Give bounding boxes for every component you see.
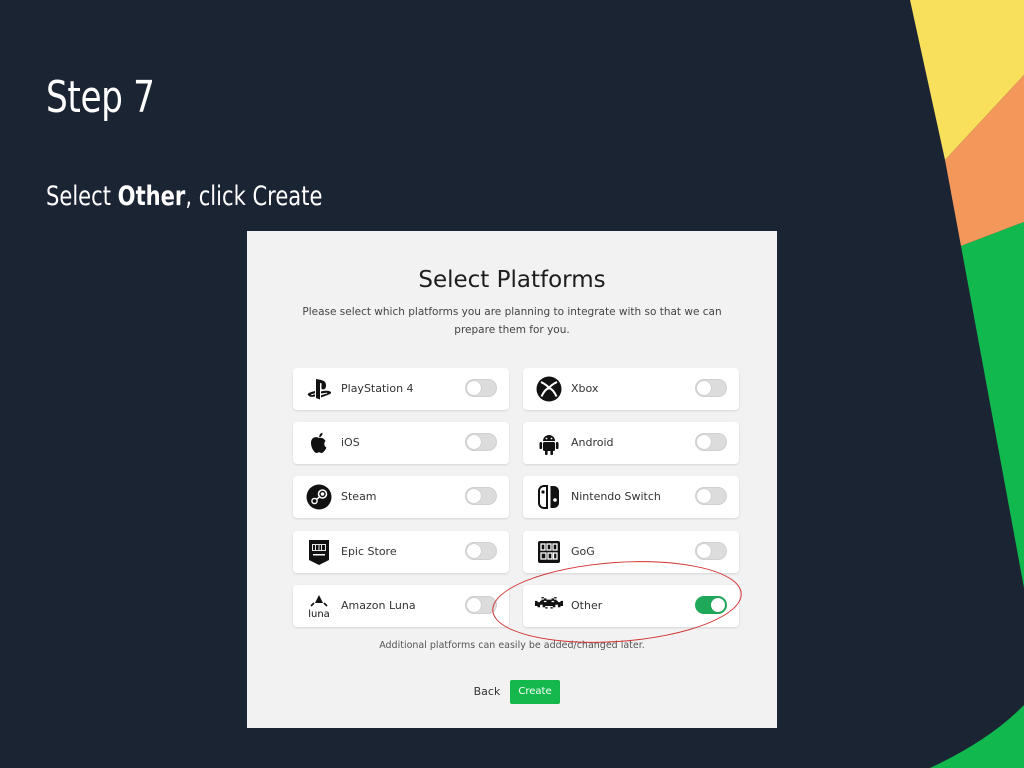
toggle-knob (467, 381, 481, 395)
toggle-knob (697, 381, 711, 395)
gog-toggle[interactable] (695, 542, 727, 560)
space-invader-icon (535, 597, 563, 609)
platform-card-ios[interactable]: iOS (293, 422, 509, 464)
platform-label: iOS (341, 436, 360, 449)
gog-icon (538, 541, 560, 563)
platform-card-other[interactable]: Other (523, 585, 739, 627)
platform-label: Xbox (571, 382, 599, 395)
nintendo-switch-icon (538, 485, 559, 509)
dialog-description: Please select which platforms you are pl… (302, 306, 722, 336)
green-corner (930, 705, 1024, 768)
platform-dialog-screenshot: Select Platforms Please select which pla… (247, 231, 777, 728)
toggle-knob (711, 598, 725, 612)
xbox-toggle[interactable] (695, 379, 727, 397)
platform-card-steam[interactable]: Steam (293, 476, 509, 518)
amazon-luna-toggle[interactable] (465, 596, 497, 614)
platform-label: Amazon Luna (341, 599, 416, 612)
steam-toggle[interactable] (465, 487, 497, 505)
playstation-icon (307, 379, 332, 400)
toggle-knob (697, 544, 711, 558)
apple-icon (311, 432, 327, 453)
instruction-bold: Other (117, 181, 186, 212)
instruction-suffix: , click Create (185, 181, 323, 212)
platform-label: Epic Store (341, 545, 397, 558)
toggle-knob (697, 435, 711, 449)
dialog-footnote: Additional platforms can easily be added… (379, 640, 645, 651)
epic-games-icon (309, 540, 329, 565)
back-button[interactable]: Back (465, 680, 509, 704)
platform-label: GoG (571, 545, 595, 558)
platform-label: Steam (341, 490, 377, 503)
platform-card-amazon-luna[interactable]: luna Amazon Luna (293, 585, 509, 627)
nintendo-switch-toggle[interactable] (695, 487, 727, 505)
svg-text:luna: luna (308, 609, 330, 620)
slide-title: Step 7 (46, 72, 155, 123)
toggle-knob (467, 435, 481, 449)
platform-label: Other (571, 599, 603, 612)
green-stripe (961, 222, 1024, 588)
epic-store-toggle[interactable] (465, 542, 497, 560)
dialog-title: Select Platforms (418, 267, 606, 293)
other-toggle[interactable] (695, 596, 727, 614)
toggle-knob (697, 489, 711, 503)
platform-card-xbox[interactable]: Xbox (523, 368, 739, 410)
platform-label: Nintendo Switch (571, 490, 661, 503)
toggle-knob (467, 489, 481, 503)
platform-card-playstation[interactable]: PlayStation 4 (293, 368, 509, 410)
slide-instruction: Select Other, click Create (46, 181, 322, 212)
xbox-icon (536, 376, 562, 402)
toggle-knob (467, 598, 481, 612)
steam-icon (306, 484, 332, 510)
platform-label: Android (571, 436, 614, 449)
platform-card-gog[interactable]: GoG (523, 531, 739, 573)
ios-toggle[interactable] (465, 433, 497, 451)
platform-card-nintendo-switch[interactable]: Nintendo Switch (523, 476, 739, 518)
android-icon (539, 435, 559, 455)
amazon-luna-icon: luna (308, 595, 330, 620)
android-toggle[interactable] (695, 433, 727, 451)
platform-label: PlayStation 4 (341, 382, 414, 395)
instruction-prefix: Select (46, 181, 118, 212)
playstation-toggle[interactable] (465, 379, 497, 397)
platform-card-epic-store[interactable]: Epic Store (293, 531, 509, 573)
platform-card-android[interactable]: Android (523, 422, 739, 464)
create-button[interactable]: Create (510, 680, 560, 704)
toggle-knob (467, 544, 481, 558)
